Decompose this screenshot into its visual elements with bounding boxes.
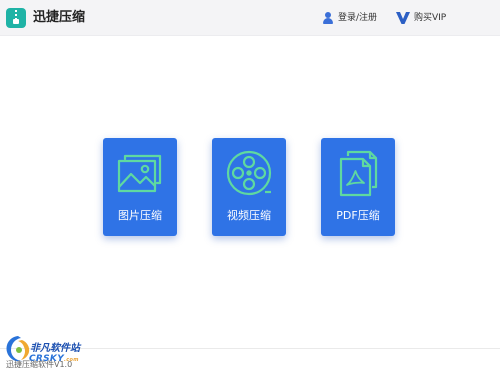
login-register-label: 登录/注册 — [338, 13, 378, 23]
pdf-compress-card[interactable]: PDF压缩 — [321, 138, 395, 236]
vip-v-icon — [396, 12, 410, 24]
film-reel-icon — [226, 150, 272, 196]
app-window: 迅捷压缩 登录/注册 购买VIP 图片压缩 视频压缩 PDF压缩 非凡软件站 C… — [0, 0, 500, 371]
user-icon — [322, 12, 334, 24]
video-compress-card[interactable]: 视频压缩 — [212, 138, 286, 236]
pdf-compress-label: PDF压缩 — [336, 209, 380, 222]
image-icon — [117, 154, 162, 193]
login-register-button[interactable]: 登录/注册 — [322, 11, 377, 25]
buy-vip-button[interactable]: 购买VIP — [396, 11, 446, 25]
zip-folder-icon — [6, 8, 26, 28]
pdf-document-icon — [339, 150, 378, 197]
image-compress-label: 图片压缩 — [118, 209, 162, 222]
image-compress-card[interactable]: 图片压缩 — [103, 138, 177, 236]
buy-vip-label: 购买VIP — [414, 13, 447, 23]
app-title: 迅捷压缩 — [33, 10, 86, 25]
version-text: 迅捷压缩软件V1.0 — [6, 360, 73, 369]
video-compress-label: 视频压缩 — [227, 209, 271, 222]
title-bar: 迅捷压缩 登录/注册 购买VIP — [0, 0, 500, 36]
